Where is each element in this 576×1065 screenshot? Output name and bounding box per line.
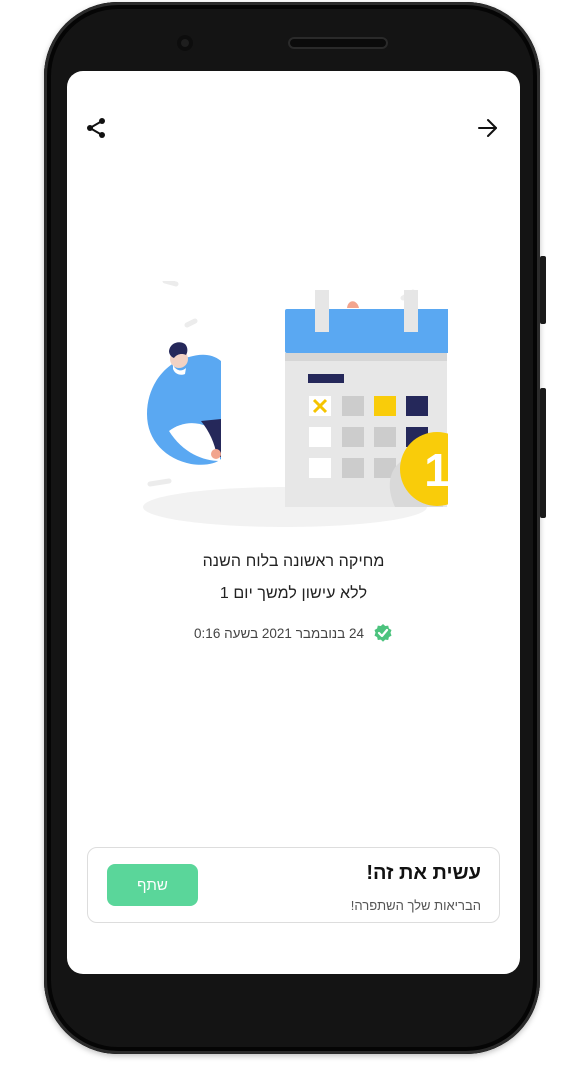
achievement-date: 24 בנובמבר 2021 בשעה 0:16	[194, 625, 364, 641]
arrow-right-icon[interactable]	[470, 110, 506, 146]
badge-number: 1	[424, 444, 448, 496]
front-camera	[177, 35, 193, 51]
verified-badge-icon	[373, 623, 393, 643]
share-card-title: עשית את זה!	[366, 862, 481, 884]
volume-button	[540, 388, 546, 518]
share-button[interactable]: שתף	[107, 864, 198, 906]
app-screen: 1 מחיקה ראשונה בלוח השנה ללא עישון למשך …	[67, 71, 520, 974]
earpiece-speaker	[288, 37, 388, 49]
achievement-date-row: 24 בנובמבר 2021 בשעה 0:16	[67, 623, 520, 643]
share-card: עשית את זה! הבריאות שלך השתפרה! שתף	[87, 847, 500, 923]
share-card-subtitle: הבריאות שלך השתפרה!	[350, 898, 481, 913]
achievement-subtitle: ללא עישון למשך יום 1	[219, 585, 368, 602]
achievement-title: מחיקה ראשונה בלוח השנה	[202, 553, 385, 570]
share-icon[interactable]	[78, 110, 114, 146]
calendar-illustration: 1	[143, 281, 448, 527]
power-button	[540, 256, 546, 324]
